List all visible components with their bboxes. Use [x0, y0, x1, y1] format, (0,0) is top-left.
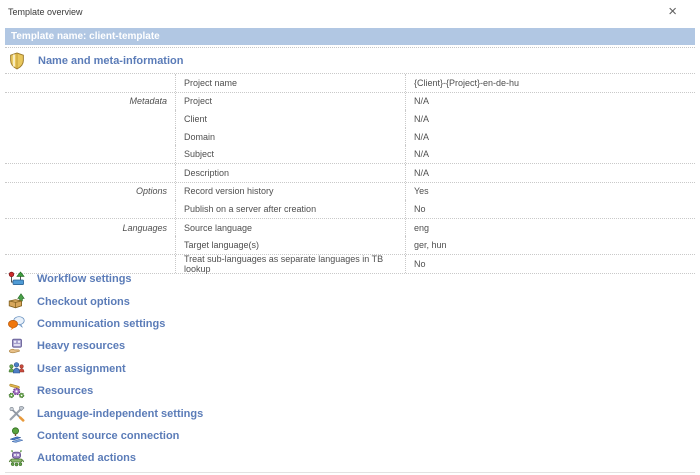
section-label: Automated actions [37, 452, 136, 464]
row-group-label: Options [5, 183, 176, 201]
section-label: Resources [37, 385, 93, 397]
communication-icon [8, 315, 25, 332]
language-independent-icon [8, 405, 25, 422]
table-row: Project name {Client}-{Project}-en-de-hu [5, 74, 695, 93]
table-row: Metadata Project N/A [5, 93, 695, 111]
table-row: Languages Source language eng [5, 219, 695, 237]
table-row: Client N/A [5, 110, 695, 128]
automated-actions-icon [8, 450, 25, 467]
section-communication-settings[interactable]: Communication settings [5, 313, 695, 335]
row-group-label [5, 74, 176, 92]
row-name: Subject [176, 145, 406, 163]
bottom-border [5, 472, 695, 473]
section-language-independent-settings[interactable]: Language-independent settings [5, 402, 695, 424]
row-group-label [5, 128, 176, 146]
workflow-icon [8, 271, 25, 288]
row-value: N/A [406, 164, 695, 182]
section-label: Name and meta-information [38, 55, 183, 67]
window-title: Template overview [8, 7, 83, 17]
row-group-label [5, 236, 176, 254]
section-automated-actions[interactable]: Automated actions [5, 447, 695, 469]
section-label: Content source connection [37, 430, 179, 442]
row-value: ger, hun [406, 236, 695, 254]
section-label: Checkout options [37, 296, 130, 308]
section-label: User assignment [37, 363, 126, 375]
section-resources[interactable]: Resources [5, 380, 695, 402]
row-group-label [5, 110, 176, 128]
user-assignment-icon [8, 360, 25, 377]
divider [5, 47, 695, 48]
heavy-resources-icon [8, 338, 25, 355]
row-name: Project name [176, 74, 406, 92]
row-name: Project [176, 93, 406, 111]
row-name: Domain [176, 128, 406, 146]
content-source-icon [8, 427, 25, 444]
collapsed-sections: Workflow settings Checkout options Commu… [5, 268, 695, 470]
meta-table: Project name {Client}-{Project}-en-de-hu… [5, 73, 695, 274]
row-name: Target language(s) [176, 236, 406, 254]
table-row: Options Record version history Yes [5, 183, 695, 201]
template-name-label: Template name: client-template [11, 31, 160, 42]
table-row: Target language(s) ger, hun [5, 236, 695, 255]
row-name: Source language [176, 219, 406, 237]
row-value: eng [406, 219, 695, 237]
row-name: Publish on a server after creation [176, 200, 406, 218]
row-value: Yes [406, 183, 695, 201]
template-name-bar: Template name: client-template [5, 28, 695, 45]
row-name: Description [176, 164, 406, 182]
row-value: N/A [406, 93, 695, 111]
row-name: Client [176, 110, 406, 128]
section-label: Heavy resources [37, 340, 125, 352]
section-content-source-connection[interactable]: Content source connection [5, 425, 695, 447]
resources-icon [8, 383, 25, 400]
shield-icon [8, 52, 26, 70]
row-value: N/A [406, 145, 695, 163]
section-name-and-meta-information[interactable]: Name and meta-information [5, 49, 695, 72]
section-label: Communication settings [37, 318, 165, 330]
row-group-label [5, 200, 176, 218]
table-row: Subject N/A [5, 145, 695, 164]
row-value: N/A [406, 128, 695, 146]
row-group-label: Languages [5, 219, 176, 237]
section-label: Workflow settings [37, 273, 132, 285]
row-group-label [5, 145, 176, 163]
table-row: Domain N/A [5, 128, 695, 146]
checkout-icon [8, 293, 25, 310]
window-titlebar: Template overview × [0, 0, 700, 28]
row-value: {Client}-{Project}-en-de-hu [406, 74, 695, 92]
row-group-label: Metadata [5, 93, 176, 111]
row-value: No [406, 200, 695, 218]
section-label: Language-independent settings [37, 408, 203, 420]
row-name: Record version history [176, 183, 406, 201]
row-group-label [5, 164, 176, 182]
table-row: Description N/A [5, 164, 695, 183]
table-row: Publish on a server after creation No [5, 200, 695, 219]
section-checkout-options[interactable]: Checkout options [5, 290, 695, 312]
row-value: N/A [406, 110, 695, 128]
section-heavy-resources[interactable]: Heavy resources [5, 335, 695, 357]
close-icon[interactable]: × [668, 4, 677, 19]
section-user-assignment[interactable]: User assignment [5, 358, 695, 380]
section-workflow-settings[interactable]: Workflow settings [5, 268, 695, 290]
